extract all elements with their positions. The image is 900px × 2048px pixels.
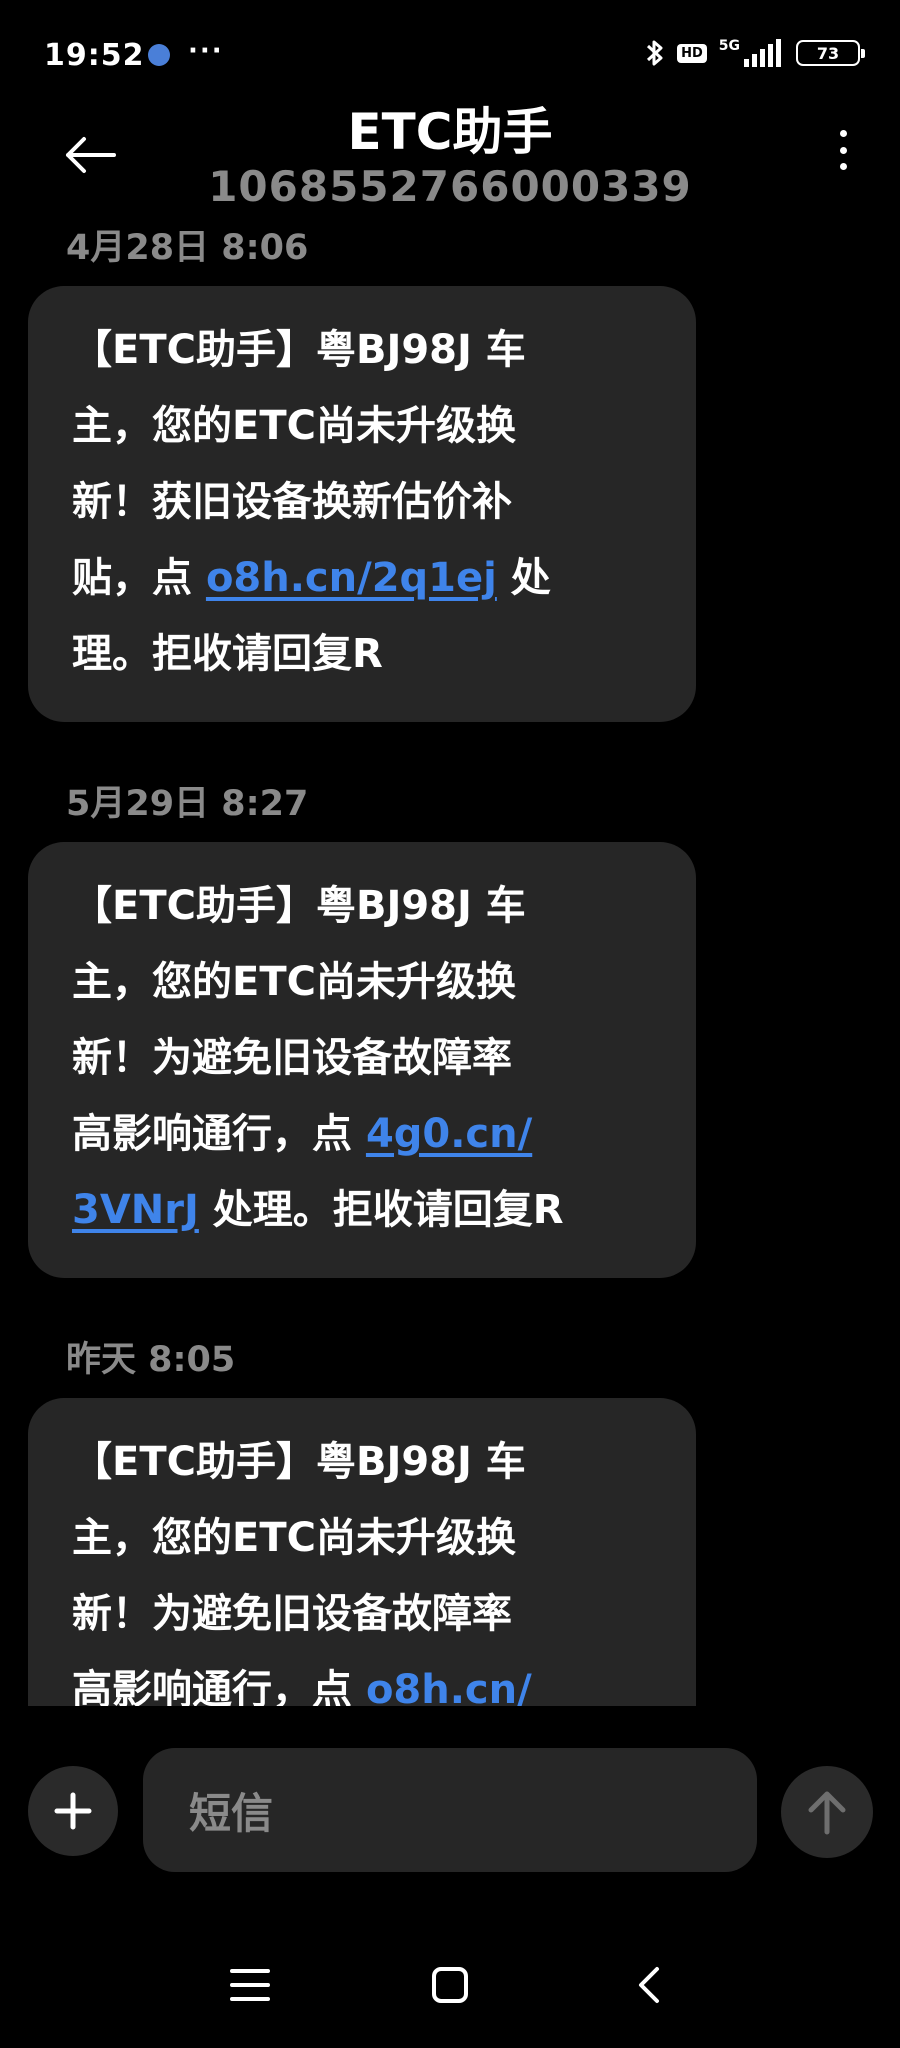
message-line: 高影响通行，点 o8h.cn/: [72, 1652, 652, 1706]
conversation-header: ETC助手 1068552766000339: [0, 80, 900, 230]
message-line: 新！为避免旧设备故障率: [72, 1035, 512, 1081]
message-timestamp: 4月28日 8:06: [66, 228, 309, 268]
message-line: 【ETC助手】粤BJ98J 车: [72, 1439, 526, 1485]
message-line: 主，您的ETC尚未升级换: [72, 403, 516, 449]
message-input-placeholder: 短信: [189, 1788, 274, 1838]
send-arrow-icon: [808, 1791, 846, 1835]
network-type: 5G: [718, 38, 740, 54]
hd-voice-badge: HD: [677, 43, 707, 63]
dot-icon: [839, 130, 847, 137]
more-notifications-indicator: ···: [188, 36, 224, 66]
message-link[interactable]: 3VNrJ: [72, 1187, 199, 1233]
send-button[interactable]: [781, 1766, 873, 1858]
dot-icon: [839, 163, 847, 170]
attach-button[interactable]: [28, 1766, 118, 1856]
contact-number: 1068552766000339: [208, 162, 692, 211]
message-input[interactable]: 短信: [143, 1748, 757, 1872]
message-line: 3VNrJ 处理。拒收请回复R: [72, 1187, 564, 1233]
battery-icon: 73: [796, 40, 865, 66]
message-group: 4月28日 8:06 【ETC助手】粤BJ98J 车 主，您的ETC尚未升级换 …: [28, 220, 900, 722]
message-line: 高影响通行，点 4g0.cn/: [72, 1111, 533, 1157]
message-bubble[interactable]: 【ETC助手】粤BJ98J 车 主，您的ETC尚未升级换 新！为避免旧设备故障率…: [28, 1398, 696, 1706]
signal-strength-icon: [744, 39, 784, 67]
message-bubble[interactable]: 【ETC助手】粤BJ98J 车 主，您的ETC尚未升级换 新！为避免旧设备故障率…: [28, 842, 696, 1278]
contact-name: ETC助手: [347, 103, 553, 161]
status-time: 19:52: [44, 38, 145, 73]
system-back-button[interactable]: [620, 1960, 680, 2010]
home-button[interactable]: [420, 1960, 480, 2010]
compose-bar: 短信: [0, 1748, 900, 1872]
dot-icon: [839, 146, 847, 154]
message-line: 【ETC助手】粤BJ98J 车: [72, 883, 526, 929]
notification-app-icon: [148, 44, 170, 66]
message-line: 新！为避免旧设备故障率: [72, 1591, 512, 1637]
bluetooth-icon: [645, 38, 665, 68]
menu-lines-icon: [230, 1969, 270, 2001]
more-options-button[interactable]: [828, 120, 858, 180]
message-line: 主，您的ETC尚未升级换: [72, 1515, 516, 1561]
recent-apps-button[interactable]: [220, 1960, 280, 2010]
home-square-icon: [432, 1967, 468, 2003]
message-line: 贴，点 o8h.cn/2q1ej 处: [72, 555, 551, 601]
message-timestamp: 5月29日 8:27: [66, 784, 309, 824]
message-link[interactable]: 4g0.cn/: [366, 1111, 532, 1157]
system-navigation-bar: [0, 1940, 900, 2020]
message-group: 5月29日 8:27 【ETC助手】粤BJ98J 车 主，您的ETC尚未升级换 …: [28, 776, 900, 1278]
message-line: 主，您的ETC尚未升级换: [72, 959, 516, 1005]
plus-icon: [54, 1792, 92, 1830]
message-timestamp: 昨天 8:05: [66, 1340, 236, 1380]
message-group: 昨天 8:05 【ETC助手】粤BJ98J 车 主，您的ETC尚未升级换 新！为…: [28, 1332, 900, 1706]
message-link[interactable]: o8h.cn/2q1ej: [206, 555, 497, 601]
chevron-left-icon: [639, 1967, 659, 2003]
message-list[interactable]: 4月28日 8:06 【ETC助手】粤BJ98J 车 主，您的ETC尚未升级换 …: [0, 220, 900, 1706]
message-line: 【ETC助手】粤BJ98J 车: [72, 327, 526, 373]
message-bubble[interactable]: 【ETC助手】粤BJ98J 车 主，您的ETC尚未升级换 新！获旧设备换新估价补…: [28, 286, 696, 722]
message-link[interactable]: o8h.cn/: [366, 1667, 532, 1706]
message-line: 理。拒收请回复R: [72, 631, 383, 677]
message-line: 新！获旧设备换新估价补: [72, 479, 512, 525]
